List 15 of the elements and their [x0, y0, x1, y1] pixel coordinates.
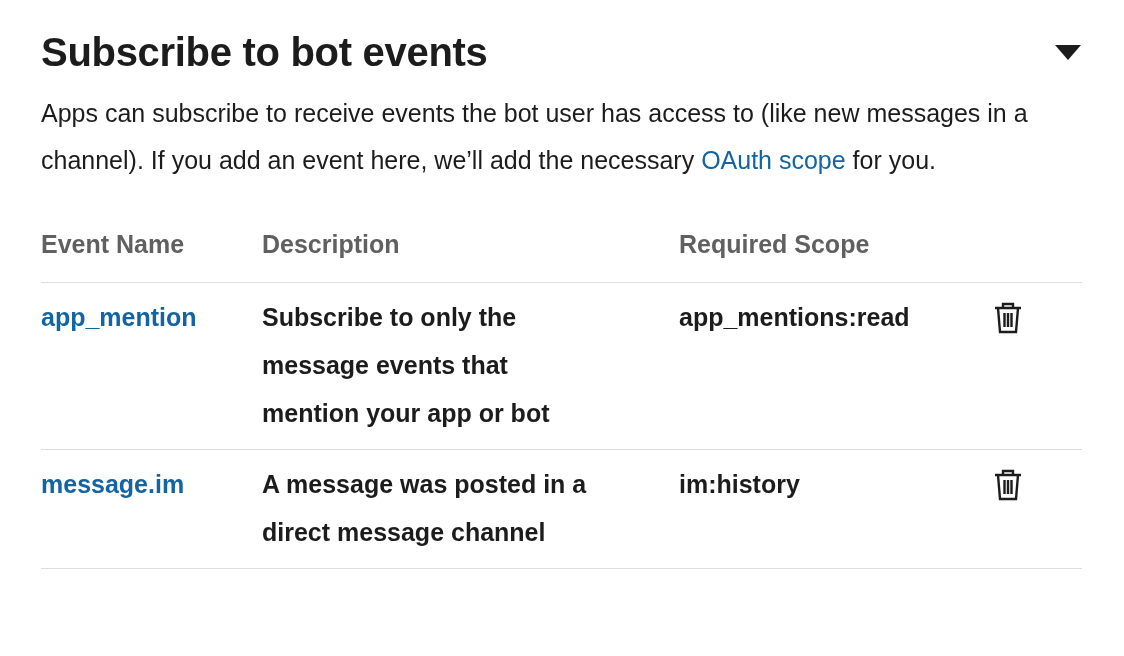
- delete-icon[interactable]: [993, 467, 1023, 502]
- column-header: Event Name: [41, 230, 185, 258]
- event-description: A message was posted in a direct message channel: [262, 469, 587, 546]
- oauth-scope-link[interactable]: OAuth scope: [701, 146, 846, 174]
- event-description: Subscribe to only the message events that mention your app or bot: [262, 302, 550, 427]
- event-name-link[interactable]: app_mention: [41, 302, 197, 331]
- section-title: Subscribe to bot events: [41, 29, 488, 76]
- column-header: Description: [262, 230, 400, 258]
- section-description: Apps can subscribe to receive events the bot user has access to (like new messages in a channel). If you add an event here, we’ll add the necessary OAuth scope for you.: [41, 98, 1029, 176]
- required-scope: app_mentions:read: [679, 302, 910, 331]
- column-header: Required Scope: [679, 230, 870, 258]
- delete-icon[interactable]: [993, 300, 1023, 335]
- required-scope: im:history: [679, 469, 800, 498]
- event-name-link[interactable]: message.im: [41, 469, 185, 498]
- collapse-caret-icon[interactable]: [1054, 43, 1082, 61]
